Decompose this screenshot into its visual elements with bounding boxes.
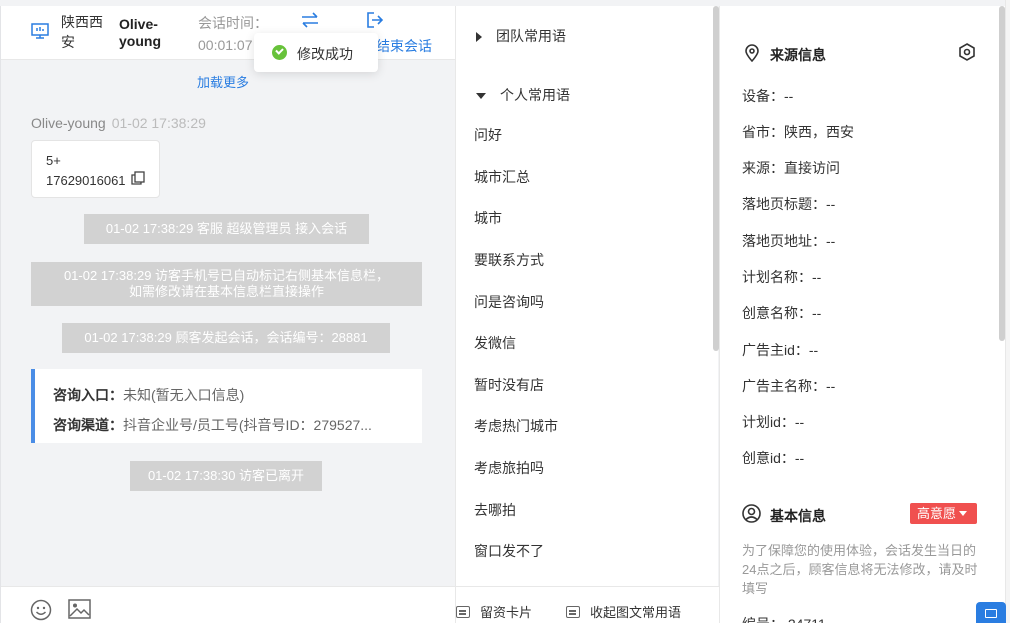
- floating-message-button[interactable]: [976, 602, 1006, 623]
- phrase-item[interactable]: 发微信: [474, 333, 516, 353]
- phrase-item[interactable]: 暂时没有店: [474, 375, 544, 395]
- consult-channel-value: 抖音企业号/员工号(抖音号ID：279527...: [123, 417, 372, 433]
- phrase-item[interactable]: 城市汇总: [474, 167, 530, 187]
- source-field: 落地页标题：--: [742, 196, 836, 212]
- source-field: 来源：直接访问: [742, 160, 840, 176]
- edit-deadline-note: 为了保障您的使用体验，会话发生当日的24点之后，顾客信息将无法修改，请及时填写: [742, 543, 978, 596]
- phrase-item[interactable]: 考虑旅拍吗: [474, 458, 544, 478]
- chat-input-toolbar: [1, 586, 456, 623]
- phrase-item[interactable]: 城市: [474, 208, 502, 228]
- monitor-icon: [31, 23, 49, 39]
- intent-level-label: 高意愿: [917, 506, 957, 521]
- phrase-item[interactable]: 问好: [474, 125, 502, 145]
- system-message-line: 01-02 17:38:29 访客手机号已自动标记右侧基本信息栏，: [63, 268, 390, 283]
- phrases-bottom-bar: 留资卡片 收起图文常用语: [456, 586, 719, 623]
- message-bubble: 5+ 17629016061: [31, 140, 160, 198]
- system-message-line: 如需修改请在基本信息栏直接操作: [128, 284, 324, 299]
- source-field: 创意名称：--: [742, 305, 822, 321]
- system-message: 01-02 17:38:29 访客手机号已自动标记右侧基本信息栏， 如需修改请在…: [31, 262, 422, 306]
- card-icon: [456, 606, 470, 618]
- emoji-icon[interactable]: [30, 599, 52, 621]
- phrase-item[interactable]: 考虑热门城市: [474, 416, 558, 436]
- message-time: 01-02 17:38:29: [111, 115, 206, 131]
- session-time-value: 00:01:07: [198, 37, 253, 53]
- phrase-item[interactable]: 要联系方式: [474, 250, 544, 270]
- session-time-label: 会话时间：: [198, 15, 268, 31]
- transfer-icon[interactable]: [300, 12, 320, 28]
- system-message: 01-02 17:38:29 顾客发起会话，会话编号：28881: [62, 323, 390, 353]
- caret-right-icon: [476, 32, 482, 43]
- source-info-title: 来源信息: [770, 47, 826, 63]
- system-message: 01-02 17:38:30 访客已离开: [130, 461, 322, 491]
- visitor-location: 陕西西安: [61, 14, 103, 50]
- source-field: 落地页地址：--: [742, 233, 836, 249]
- consult-entry-label: 咨询入口：: [53, 387, 123, 403]
- load-more-link[interactable]: 加载更多: [197, 72, 249, 91]
- personal-phrases-group[interactable]: 个人常用语: [476, 85, 570, 105]
- copy-icon[interactable]: [131, 171, 145, 185]
- success-toast: 修改成功: [254, 33, 378, 72]
- end-session-button[interactable]: 结束会话: [376, 36, 432, 56]
- source-field: 广告主名称：--: [742, 378, 836, 394]
- phrase-item[interactable]: 窗口发不了: [474, 541, 544, 561]
- hexagon-settings-icon[interactable]: [958, 43, 976, 61]
- message-header: Olive-young 01-02 17:38:29: [31, 115, 206, 131]
- id-field: 编号： 24711: [742, 614, 826, 623]
- caret-down-icon: [959, 511, 968, 516]
- customer-info-panel: 来源信息 设备：-- 省市：陕西，西安 来源：直接访问 落地页标题：-- 落地页…: [719, 6, 1005, 623]
- team-phrases-group[interactable]: 团队常用语: [476, 26, 566, 46]
- collapse-phrases-label: 收起图文常用语: [590, 605, 682, 620]
- lead-card-label: 留资卡片: [480, 605, 533, 620]
- chat-panel: 陕西西安 Olive-young 会话时间： 00:01:07 结束会话 加载更…: [0, 6, 456, 623]
- check-circle-icon: [272, 45, 287, 60]
- system-message: 01-02 17:38:29 客服 超级管理员 接入会话: [84, 214, 369, 244]
- user-icon: [742, 504, 761, 523]
- message-icon: [566, 606, 580, 618]
- intent-level-dropdown[interactable]: 高意愿: [910, 503, 977, 524]
- source-field: 设备：--: [742, 88, 794, 104]
- consult-info-card: 咨询入口：未知(暂无入口信息) 咨询渠道：抖音企业号/员工号(抖音号ID：279…: [31, 369, 422, 443]
- message-line-1: 5+: [46, 153, 61, 168]
- image-icon[interactable]: [68, 599, 91, 619]
- window-edge: [1005, 0, 1010, 623]
- source-field: 广告主id：--: [742, 342, 819, 358]
- toast-message: 修改成功: [297, 46, 353, 62]
- visitor-name: Olive-young: [119, 16, 161, 49]
- consult-entry-value: 未知(暂无入口信息): [123, 387, 245, 403]
- consult-channel-label: 咨询渠道：: [53, 417, 123, 433]
- source-field: 计划名称：--: [742, 269, 822, 285]
- source-field: 省市：陕西，西安: [742, 124, 854, 140]
- source-field: 创意id：--: [742, 450, 805, 466]
- consult-channel-row: 咨询渠道：抖音企业号/员工号(抖音号ID：279527...: [53, 410, 403, 440]
- caret-down-icon: [476, 93, 486, 100]
- message-sender: Olive-young: [31, 115, 106, 131]
- envelope-icon: [985, 609, 997, 618]
- exit-icon[interactable]: [366, 11, 384, 29]
- collapse-phrases-button[interactable]: 收起图文常用语: [566, 602, 681, 621]
- phrase-item[interactable]: 去哪拍: [474, 500, 516, 520]
- basic-info-title: 基本信息: [770, 508, 826, 524]
- phrase-item[interactable]: 问是咨询吗: [474, 292, 544, 312]
- source-field: 计划id：--: [742, 414, 805, 430]
- consult-entry-row: 咨询入口：未知(暂无入口信息): [53, 380, 403, 410]
- quick-phrases-panel: 团队常用语 个人常用语 问好 城市汇总 城市 要联系方式 问是咨询吗 发微信 暂…: [455, 6, 719, 623]
- personal-phrases-label: 个人常用语: [500, 87, 570, 103]
- location-pin-icon: [745, 44, 759, 62]
- lead-card-button[interactable]: 留资卡片: [456, 602, 532, 621]
- chat-header: 陕西西安 Olive-young 会话时间： 00:01:07 结束会话: [1, 6, 456, 60]
- team-phrases-label: 团队常用语: [496, 28, 566, 44]
